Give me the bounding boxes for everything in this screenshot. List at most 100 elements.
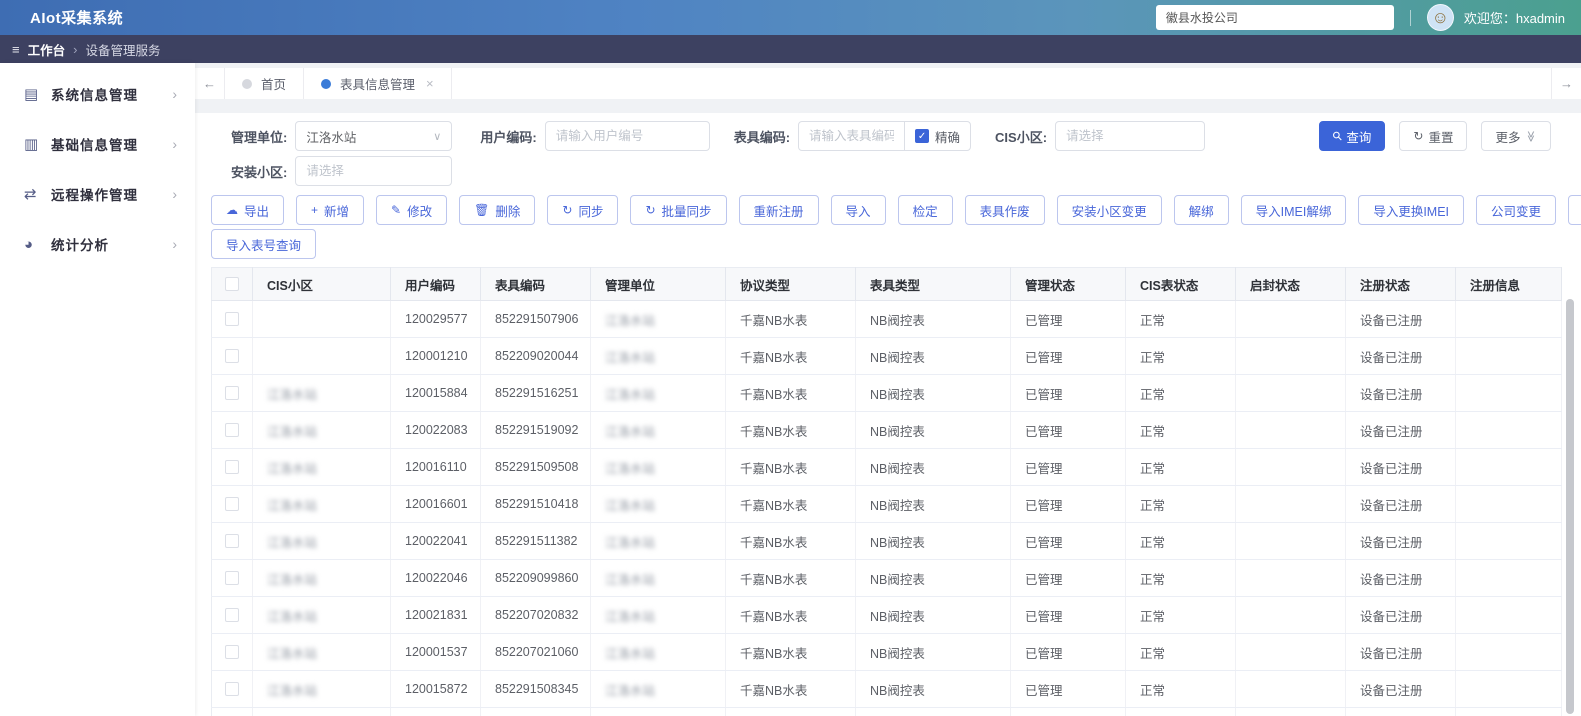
exact-checkbox[interactable]: ✓ [915, 129, 930, 143]
cell-cis-area: 江洛水站 [252, 411, 391, 449]
filter-user-code: 用户编码: [480, 121, 710, 151]
cell-user-code: 120015872 [390, 670, 481, 708]
row-checkbox[interactable] [225, 571, 239, 586]
close-icon[interactable]: × [426, 76, 434, 91]
cell-manage-status: 已管理 [1010, 707, 1126, 716]
tab-dot-icon [242, 78, 252, 89]
transfer-icon: ⇄ [24, 186, 37, 203]
import-button[interactable]: 导入 [830, 195, 886, 225]
cell-meter-code-link[interactable]: 852291511382 [480, 522, 591, 560]
add-button[interactable]: + 新增 [296, 195, 365, 225]
select-all-checkbox[interactable] [225, 277, 239, 292]
exact-match-toggle[interactable]: ✓ 精确 [904, 121, 972, 151]
row-checkbox[interactable] [225, 497, 239, 512]
re-register-button[interactable]: 重新注册 [738, 195, 819, 225]
row-checkbox[interactable] [225, 386, 239, 401]
pencil-icon: ✎ [391, 203, 402, 217]
table-row: 江洛水站 120015884 852291516251 江洛水站 千嘉NB水表 … [211, 374, 1562, 412]
import-replace-imei-button[interactable]: 导入更换IMEI [1358, 195, 1465, 225]
cell-register-status: 设备已注册 [1345, 485, 1456, 523]
cell-meter-code-link[interactable]: 852291508345 [480, 670, 591, 708]
clipboard-icon: ▤ [24, 86, 39, 103]
action-row-2: 导入表号查询 [211, 229, 1565, 259]
hamburger-icon[interactable]: ≡ [12, 42, 20, 57]
user-code-label: 用户编码: [480, 129, 537, 145]
sidebar-item-stats[interactable]: ◕ 统计分析 › [0, 219, 195, 269]
export-button[interactable]: ☁ 导出 [211, 195, 285, 225]
search-button[interactable]: ⚲ 查询 [1318, 121, 1386, 151]
company-change-button[interactable]: 公司变更 [1476, 195, 1557, 225]
sync-icon: ↻ [562, 203, 573, 217]
cis-area-input[interactable] [1055, 121, 1206, 151]
row-checkbox[interactable] [225, 312, 239, 327]
vertical-scrollbar[interactable] [1566, 299, 1574, 714]
more-button[interactable]: 更多 ≫ [1481, 121, 1551, 151]
cell-meter-code-link[interactable]: 852291509508 [480, 448, 591, 486]
cell-register-status: 设备已注册 [1345, 707, 1456, 716]
cell-cis-area: 江洛水站 [252, 670, 391, 708]
cell-meter-code-link[interactable]: 852207021060 [480, 633, 591, 671]
welcome-text: 欢迎您：hxadmin [1463, 11, 1565, 26]
cell-manage-unit: 江洛水站 [590, 559, 726, 597]
tab-home[interactable]: 首页 [225, 68, 305, 99]
cell-register-info [1455, 670, 1562, 708]
batch-sync-button[interactable]: ↻ 批量同步 [630, 195, 727, 225]
cell-user-code: 120021831 [390, 596, 481, 634]
cell-seal-status [1235, 633, 1346, 671]
sidebar-item-remote-ops[interactable]: ⇄ 远程操作管理 › [0, 169, 195, 219]
delete-button[interactable]: 🗑 删除 [459, 195, 536, 225]
cell-meter-code-link[interactable]: 852291516251 [480, 374, 591, 412]
cell-seal-status [1235, 559, 1346, 597]
double-chevron-down-icon: ≫ [1524, 130, 1537, 142]
row-checkbox[interactable] [225, 645, 239, 660]
cell-register-status: 设备已注册 [1345, 374, 1456, 412]
cell-cis-status: 正常 [1125, 374, 1236, 412]
meter-query-button[interactable]: 表具查询 [1568, 195, 1581, 225]
cell-meter-code-link[interactable]: 852291507906 [480, 300, 591, 338]
manage-unit-select[interactable]: 江洛水站 ∨ [295, 121, 453, 151]
sidebar-item-base-info[interactable]: ▥ 基础信息管理 › [0, 119, 195, 169]
row-checkbox[interactable] [225, 423, 239, 438]
cell-meter-type: NB阀控表 [855, 633, 1011, 671]
cell-meter-code-link[interactable]: 852209020044 [480, 337, 591, 375]
import-imei-unbind-button[interactable]: 导入IMEI解绑 [1240, 195, 1347, 225]
cell-meter-code-link[interactable]: 852291519092 [480, 411, 591, 449]
cell-cis-status: 正常 [1125, 633, 1236, 671]
unbind-button[interactable]: 解绑 [1173, 195, 1229, 225]
install-area-input[interactable] [295, 156, 453, 186]
manage-unit-label: 管理单位: [231, 129, 288, 145]
sync-button[interactable]: ↻ 同步 [547, 195, 619, 225]
column-header: 协议类型 [725, 267, 856, 301]
reset-button[interactable]: ↻ 重置 [1399, 121, 1468, 151]
tab-scroll-right-button[interactable]: → [1551, 68, 1581, 99]
tab-scroll-left-button[interactable]: ← [195, 68, 225, 99]
tab-meter-info[interactable]: 表具信息管理 × [304, 68, 452, 99]
avatar[interactable]: ☺ [1426, 4, 1454, 31]
row-checkbox[interactable] [225, 608, 239, 623]
import-meterno-query-button[interactable]: 导入表号查询 [211, 229, 317, 259]
cell-cis-area: 江洛水站 [252, 448, 391, 486]
row-checkbox[interactable] [225, 534, 239, 549]
cell-protocol-type: 千嘉NB水表 [725, 337, 856, 375]
row-checkbox[interactable] [225, 460, 239, 475]
meter-void-button[interactable]: 表具作废 [964, 195, 1045, 225]
row-checkbox[interactable] [225, 349, 239, 364]
breadcrumb-root[interactable]: 工作台 [28, 40, 66, 59]
content-panel: 管理单位: 江洛水站 ∨ 用户编码: 表具编码: [195, 113, 1581, 716]
install-area-change-button[interactable]: 安装小区变更 [1056, 195, 1162, 225]
row-checkbox[interactable] [225, 682, 239, 697]
user-code-input[interactable] [544, 121, 710, 151]
sync-icon: ↻ [645, 203, 656, 217]
cell-meter-code-link[interactable]: 852291510418 [480, 485, 591, 523]
company-search-input[interactable] [1155, 5, 1394, 30]
cell-meter-code-link[interactable] [480, 707, 591, 716]
sidebar-item-system-info[interactable]: ▤ 系统信息管理 › [0, 69, 195, 119]
cell-meter-code-link[interactable]: 852207020832 [480, 596, 591, 634]
meter-code-input[interactable] [798, 121, 906, 151]
verify-button[interactable]: 检定 [897, 195, 953, 225]
cell-manage-status: 已管理 [1010, 559, 1126, 597]
cell-meter-code-link[interactable]: 852209099860 [480, 559, 591, 597]
edit-button[interactable]: ✎ 修改 [376, 195, 448, 225]
search-icon: ⚲ [1328, 127, 1346, 145]
cell-cis-area [252, 300, 391, 338]
